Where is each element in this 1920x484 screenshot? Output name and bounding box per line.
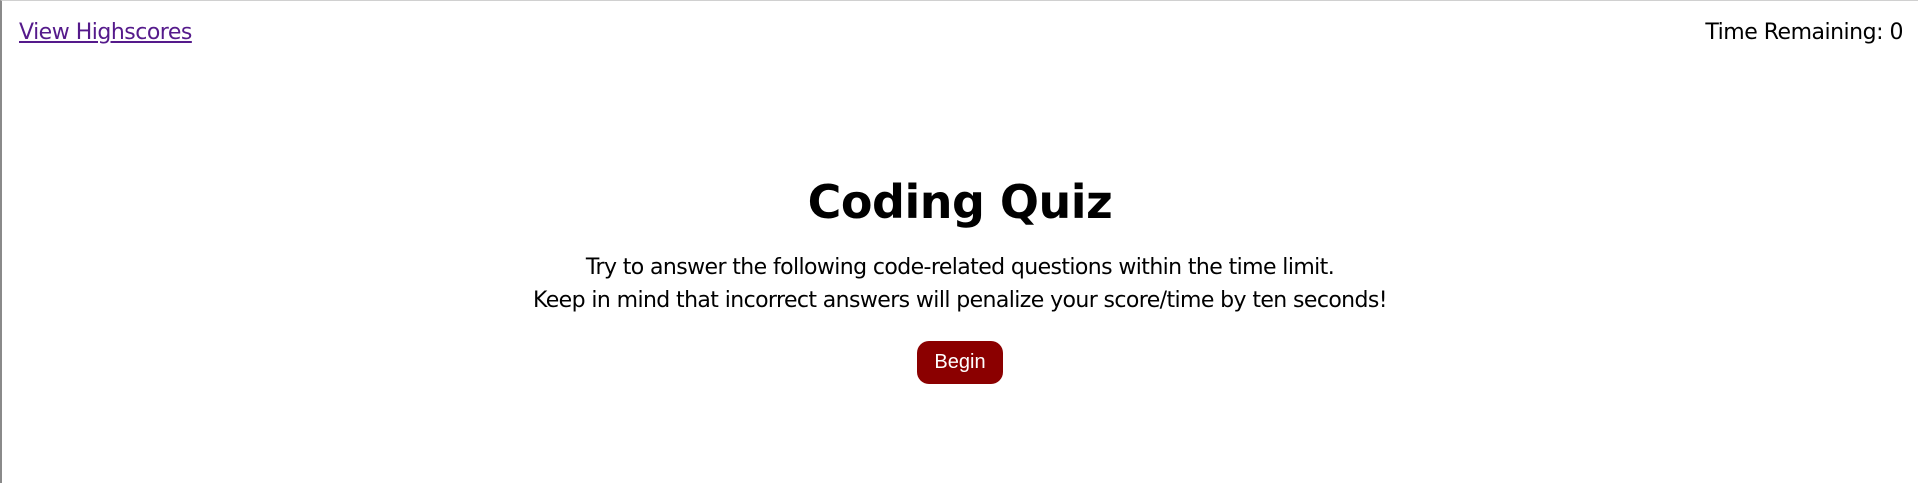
page-title: Coding Quiz <box>807 175 1113 229</box>
description-line-2: Keep in mind that incorrect answers will… <box>533 288 1388 313</box>
time-remaining: Time Remaining: 0 <box>1705 20 1903 45</box>
timer-label: Time Remaining: <box>1705 20 1883 45</box>
view-highscores-link[interactable]: View Highscores <box>19 20 192 45</box>
quiz-intro: Coding Quiz Try to answer the following … <box>2 169 1918 384</box>
timer-value: 0 <box>1889 20 1904 45</box>
quiz-description: Try to answer the following code-related… <box>2 251 1918 317</box>
begin-button[interactable]: Begin <box>917 341 1003 384</box>
page-frame: View Highscores Time Remaining: 0 Coding… <box>0 0 1918 483</box>
description-line-1: Try to answer the following code-related… <box>585 255 1335 280</box>
